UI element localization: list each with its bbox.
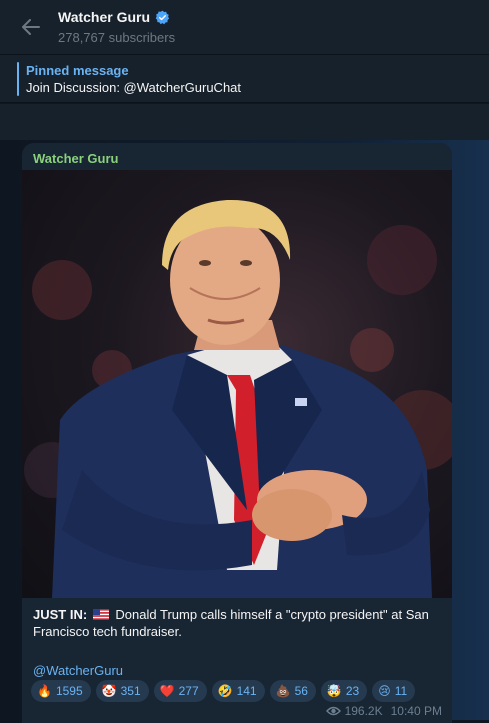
chat-area[interactable]: Watcher Guru JUST IN: Donald Trump calls… — [0, 140, 489, 723]
reaction-count: 56 — [294, 684, 308, 698]
crying-icon: 😢 — [378, 684, 391, 698]
back-button[interactable] — [16, 13, 46, 41]
us-flag-icon — [92, 609, 109, 620]
subscriber-count: 278,767 subscribers — [58, 30, 176, 45]
clown-icon: 🤡 — [101, 684, 117, 698]
back-arrow-icon — [22, 19, 40, 35]
channel-title-row[interactable]: Watcher Guru — [58, 9, 170, 25]
reaction-clown[interactable]: 🤡 351 — [95, 680, 149, 702]
mind-blown-icon: 🤯 — [326, 684, 342, 698]
reaction-rofl[interactable]: 🤣 141 — [211, 680, 265, 702]
pinned-message-bar[interactable]: Pinned message Join Discussion: @Watcher… — [0, 55, 489, 103]
reaction-poop[interactable]: 💩 56 — [269, 680, 316, 702]
pinned-label: Pinned message — [26, 63, 129, 78]
pinned-text: Join Discussion: @WatcherGuruChat — [26, 80, 242, 95]
reaction-count: 277 — [178, 684, 199, 698]
reactions-bar: 🔥 1595 🤡 351 ❤️ 277 🤣 141 💩 56 🤯 23 😢 11 — [31, 680, 451, 702]
reaction-mind-blown[interactable]: 🤯 23 — [320, 680, 368, 702]
message-caption: JUST IN: Donald Trump calls himself a "c… — [33, 606, 445, 640]
reaction-fire[interactable]: 🔥 1595 — [31, 680, 91, 702]
channel-title: Watcher Guru — [58, 9, 151, 25]
poop-icon: 💩 — [275, 684, 291, 698]
message-author[interactable]: Watcher Guru — [33, 151, 118, 166]
rofl-icon: 🤣 — [217, 684, 233, 698]
reaction-count: 141 — [236, 684, 257, 698]
reaction-heart[interactable]: ❤️ 277 — [153, 680, 207, 702]
message-bubble[interactable]: Watcher Guru JUST IN: Donald Trump calls… — [22, 143, 452, 723]
reaction-count: 23 — [345, 684, 360, 698]
heart-icon: ❤️ — [159, 684, 175, 698]
verified-badge-icon — [155, 10, 170, 25]
view-count: 196.2K — [344, 704, 383, 718]
eye-icon — [325, 706, 341, 716]
message-time: 10:40 PM — [390, 704, 442, 718]
reaction-count: 351 — [120, 684, 141, 698]
message-meta: 196.2K 10:40 PM — [325, 704, 442, 718]
fire-icon: 🔥 — [37, 684, 52, 698]
channel-handle-link[interactable]: @WatcherGuru — [33, 663, 123, 678]
pinned-accent-bar — [17, 62, 19, 96]
reaction-count: 1595 — [55, 684, 83, 698]
reaction-count: 11 — [394, 684, 408, 698]
caption-bold: JUST IN: — [33, 607, 88, 622]
chat-top-strip — [0, 104, 489, 140]
message-photo[interactable] — [22, 170, 452, 598]
channel-header: Watcher Guru 278,767 subscribers — [0, 0, 489, 55]
photo-illustration — [24, 199, 452, 598]
reaction-crying[interactable]: 😢 11 — [372, 680, 416, 702]
